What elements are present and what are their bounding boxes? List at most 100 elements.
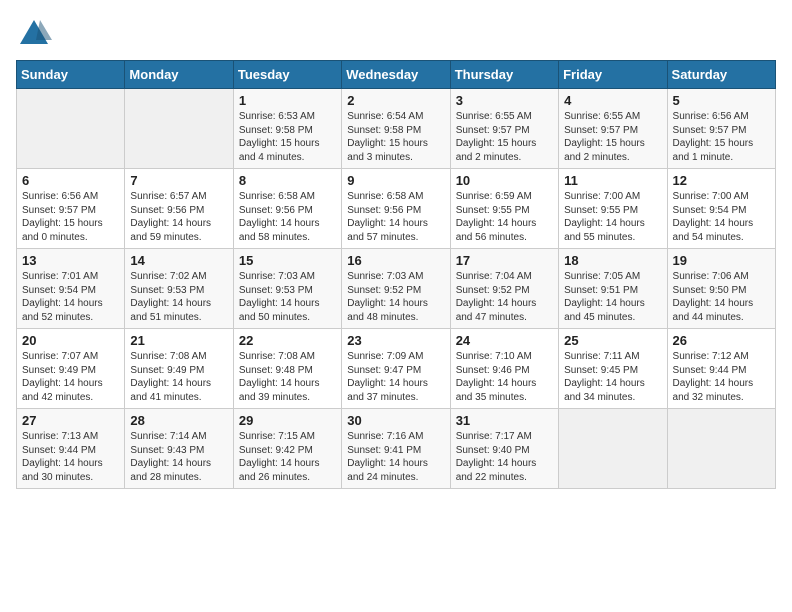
day-info: Sunrise: 6:58 AM Sunset: 9:56 PM Dayligh… <box>347 190 444 244</box>
calendar-cell: 27Sunrise: 7:13 AM Sunset: 9:44 PM Dayli… <box>17 409 125 489</box>
calendar-cell: 17 Sunrise: 7:04 AM Sunset: 9:52 PM Dayli… <box>450 249 558 329</box>
day-of-week-header: Thursday <box>450 61 558 89</box>
calendar-cell: 7 Sunrise: 6:57 AM Sunset: 9:56 PM Daylig… <box>125 169 233 249</box>
calendar-cell: 23 Sunrise: 7:09 AM Sunset: 9:47 PM Dayli… <box>342 329 450 409</box>
calendar-week-row: 13 Sunrise: 7:01 AM Sunset: 9:54 PM Dayli… <box>17 249 776 329</box>
day-number: 28 <box>130 413 227 428</box>
calendar-week-row: 1Sunrise: 6:53 AM Sunset: 9:58 PM Daylig… <box>17 89 776 169</box>
day-number: 13 <box>22 253 119 268</box>
day-info: Sunrise: 6:58 AM Sunset: 9:56 PM Dayligh… <box>239 190 336 244</box>
day-number: 12 <box>673 173 770 188</box>
calendar-cell: 19Sunrise: 7:06 AM Sunset: 9:50 PM Dayli… <box>667 249 775 329</box>
day-number: 17 <box>456 253 553 268</box>
day-info: Sunrise: 7:07 AM Sunset: 9:49 PM Dayligh… <box>22 350 119 404</box>
calendar-cell: 8 Sunrise: 6:58 AM Sunset: 9:56 PM Daylig… <box>233 169 341 249</box>
day-number: 6 <box>22 173 119 188</box>
day-of-week-header: Wednesday <box>342 61 450 89</box>
day-of-week-header: Tuesday <box>233 61 341 89</box>
page-header <box>16 16 776 52</box>
calendar-cell: 3 Sunrise: 6:55 AM Sunset: 9:57 PM Daylig… <box>450 89 558 169</box>
day-number: 18 <box>564 253 661 268</box>
day-info: Sunrise: 6:55 AM Sunset: 9:57 PM Dayligh… <box>456 110 553 164</box>
calendar-cell: 24 Sunrise: 7:10 AM Sunset: 9:46 PM Dayli… <box>450 329 558 409</box>
day-info: Sunrise: 7:04 AM Sunset: 9:52 PM Dayligh… <box>456 270 553 324</box>
calendar-cell: 31 Sunrise: 7:17 AM Sunset: 9:40 PM Dayli… <box>450 409 558 489</box>
day-number: 5 <box>673 93 770 108</box>
day-info: Sunrise: 7:13 AM Sunset: 9:44 PM Dayligh… <box>22 430 119 484</box>
day-info: Sunrise: 7:16 AM Sunset: 9:41 PM Dayligh… <box>347 430 444 484</box>
day-number: 21 <box>130 333 227 348</box>
day-number: 30 <box>347 413 444 428</box>
calendar-cell: 9 Sunrise: 6:58 AM Sunset: 9:56 PM Daylig… <box>342 169 450 249</box>
calendar-cell: 16 Sunrise: 7:03 AM Sunset: 9:52 PM Dayli… <box>342 249 450 329</box>
day-info: Sunrise: 7:06 AM Sunset: 9:50 PM Dayligh… <box>673 270 770 324</box>
day-info: Sunrise: 6:56 AM Sunset: 9:57 PM Dayligh… <box>673 110 770 164</box>
calendar-cell: 6Sunrise: 6:56 AM Sunset: 9:57 PM Daylig… <box>17 169 125 249</box>
calendar-week-row: 27Sunrise: 7:13 AM Sunset: 9:44 PM Dayli… <box>17 409 776 489</box>
calendar-cell <box>17 89 125 169</box>
day-number: 24 <box>456 333 553 348</box>
day-number: 4 <box>564 93 661 108</box>
day-number: 26 <box>673 333 770 348</box>
day-number: 9 <box>347 173 444 188</box>
day-info: Sunrise: 7:03 AM Sunset: 9:52 PM Dayligh… <box>347 270 444 324</box>
day-of-week-header: Monday <box>125 61 233 89</box>
calendar-cell: 18 Sunrise: 7:05 AM Sunset: 9:51 PM Dayli… <box>559 249 667 329</box>
calendar-cell: 25 Sunrise: 7:11 AM Sunset: 9:45 PM Dayli… <box>559 329 667 409</box>
day-number: 25 <box>564 333 661 348</box>
day-number: 14 <box>130 253 227 268</box>
day-info: Sunrise: 7:09 AM Sunset: 9:47 PM Dayligh… <box>347 350 444 404</box>
day-info: Sunrise: 7:01 AM Sunset: 9:54 PM Dayligh… <box>22 270 119 324</box>
calendar-cell: 30 Sunrise: 7:16 AM Sunset: 9:41 PM Dayli… <box>342 409 450 489</box>
calendar-cell: 26 Sunrise: 7:12 AM Sunset: 9:44 PM Dayli… <box>667 329 775 409</box>
day-number: 16 <box>347 253 444 268</box>
day-number: 22 <box>239 333 336 348</box>
day-info: Sunrise: 7:15 AM Sunset: 9:42 PM Dayligh… <box>239 430 336 484</box>
calendar-cell: 22Sunrise: 7:08 AM Sunset: 9:48 PM Dayli… <box>233 329 341 409</box>
day-info: Sunrise: 7:08 AM Sunset: 9:49 PM Dayligh… <box>130 350 227 404</box>
day-of-week-header: Sunday <box>17 61 125 89</box>
calendar-cell: 28 Sunrise: 7:14 AM Sunset: 9:43 PM Dayli… <box>125 409 233 489</box>
calendar-table: SundayMondayTuesdayWednesdayThursdayFrid… <box>16 60 776 489</box>
day-info: Sunrise: 7:10 AM Sunset: 9:46 PM Dayligh… <box>456 350 553 404</box>
day-info: Sunrise: 7:11 AM Sunset: 9:45 PM Dayligh… <box>564 350 661 404</box>
calendar-cell: 20 Sunrise: 7:07 AM Sunset: 9:49 PM Dayli… <box>17 329 125 409</box>
day-number: 15 <box>239 253 336 268</box>
calendar-week-row: 20 Sunrise: 7:07 AM Sunset: 9:49 PM Dayli… <box>17 329 776 409</box>
day-number: 20 <box>22 333 119 348</box>
calendar-cell: 29Sunrise: 7:15 AM Sunset: 9:42 PM Dayli… <box>233 409 341 489</box>
day-number: 3 <box>456 93 553 108</box>
calendar-header-row: SundayMondayTuesdayWednesdayThursdayFrid… <box>17 61 776 89</box>
day-info: Sunrise: 6:59 AM Sunset: 9:55 PM Dayligh… <box>456 190 553 244</box>
calendar-cell: 12 Sunrise: 7:00 AM Sunset: 9:54 PM Dayli… <box>667 169 775 249</box>
day-number: 23 <box>347 333 444 348</box>
calendar-cell: 4 Sunrise: 6:55 AM Sunset: 9:57 PM Daylig… <box>559 89 667 169</box>
day-info: Sunrise: 7:17 AM Sunset: 9:40 PM Dayligh… <box>456 430 553 484</box>
logo-icon <box>16 16 52 52</box>
day-of-week-header: Saturday <box>667 61 775 89</box>
day-number: 31 <box>456 413 553 428</box>
day-number: 11 <box>564 173 661 188</box>
calendar-cell: 10Sunrise: 6:59 AM Sunset: 9:55 PM Dayli… <box>450 169 558 249</box>
day-info: Sunrise: 6:53 AM Sunset: 9:58 PM Dayligh… <box>239 110 336 164</box>
calendar-week-row: 6Sunrise: 6:56 AM Sunset: 9:57 PM Daylig… <box>17 169 776 249</box>
calendar-cell: 2Sunrise: 6:54 AM Sunset: 9:58 PM Daylig… <box>342 89 450 169</box>
day-of-week-header: Friday <box>559 61 667 89</box>
day-info: Sunrise: 7:05 AM Sunset: 9:51 PM Dayligh… <box>564 270 661 324</box>
calendar-cell <box>559 409 667 489</box>
calendar-cell: 21 Sunrise: 7:08 AM Sunset: 9:49 PM Dayli… <box>125 329 233 409</box>
calendar-cell: 14 Sunrise: 7:02 AM Sunset: 9:53 PM Dayli… <box>125 249 233 329</box>
logo <box>16 16 56 52</box>
day-info: Sunrise: 7:14 AM Sunset: 9:43 PM Dayligh… <box>130 430 227 484</box>
day-info: Sunrise: 6:57 AM Sunset: 9:56 PM Dayligh… <box>130 190 227 244</box>
day-number: 2 <box>347 93 444 108</box>
day-number: 8 <box>239 173 336 188</box>
day-info: Sunrise: 7:12 AM Sunset: 9:44 PM Dayligh… <box>673 350 770 404</box>
calendar-cell: 5 Sunrise: 6:56 AM Sunset: 9:57 PM Daylig… <box>667 89 775 169</box>
calendar-cell: 13 Sunrise: 7:01 AM Sunset: 9:54 PM Dayli… <box>17 249 125 329</box>
day-number: 7 <box>130 173 227 188</box>
calendar-cell <box>667 409 775 489</box>
day-info: Sunrise: 7:00 AM Sunset: 9:54 PM Dayligh… <box>673 190 770 244</box>
day-info: Sunrise: 6:55 AM Sunset: 9:57 PM Dayligh… <box>564 110 661 164</box>
day-info: Sunrise: 7:02 AM Sunset: 9:53 PM Dayligh… <box>130 270 227 324</box>
